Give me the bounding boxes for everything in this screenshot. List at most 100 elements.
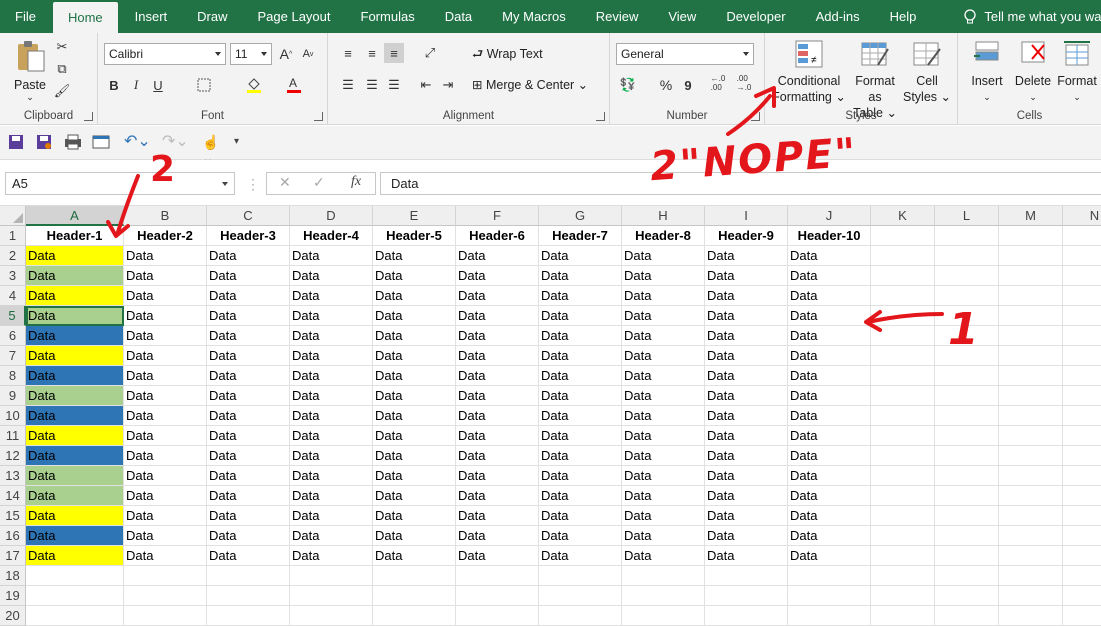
cell-h5[interactable]: Data [622,306,705,326]
cell-a9[interactable]: Data [26,386,124,406]
delete-cells-button[interactable]: Delete ⌄ [1010,39,1056,105]
tab-home[interactable]: Home [52,2,118,33]
cell-d10[interactable]: Data [290,406,373,426]
cell-h17[interactable]: Data [622,546,705,566]
cell-g16[interactable]: Data [539,526,622,546]
cell-d7[interactable]: Data [290,346,373,366]
cell-styles-button[interactable]: Cell Styles ⌄ [903,39,951,105]
cell-e8[interactable]: Data [373,366,456,386]
cell-n5[interactable] [1063,306,1101,326]
cell-c8[interactable]: Data [207,366,290,386]
cell-h2[interactable]: Data [622,246,705,266]
cell-c10[interactable]: Data [207,406,290,426]
cell-i10[interactable]: Data [705,406,788,426]
cell-i4[interactable]: Data [705,286,788,306]
cell-c16[interactable]: Data [207,526,290,546]
cell-i7[interactable]: Data [705,346,788,366]
cell-d14[interactable]: Data [290,486,373,506]
cell-j9[interactable]: Data [788,386,871,406]
cell-a16[interactable]: Data [26,526,124,546]
cancel-icon[interactable]: ✕ [279,174,291,191]
shrink-font-icon[interactable]: Av [298,44,318,64]
cell-h8[interactable]: Data [622,366,705,386]
cell-e3[interactable]: Data [373,266,456,286]
cell-h12[interactable]: Data [622,446,705,466]
cell-m15[interactable] [999,506,1063,526]
cell-g1[interactable]: Header-7 [539,226,622,246]
cell-g17[interactable]: Data [539,546,622,566]
cell-c7[interactable]: Data [207,346,290,366]
cell-b20[interactable] [124,606,207,626]
cell-m5[interactable] [999,306,1063,326]
row-header-16[interactable]: 16 [0,526,26,546]
cell-e5[interactable]: Data [373,306,456,326]
cell-j16[interactable]: Data [788,526,871,546]
cell-m20[interactable] [999,606,1063,626]
cell-i19[interactable] [705,586,788,606]
row-header-3[interactable]: 3 [0,266,26,286]
cell-k11[interactable] [871,426,935,446]
cell-n6[interactable] [1063,326,1101,346]
cell-g4[interactable]: Data [539,286,622,306]
insert-function-button[interactable]: fx [351,174,361,190]
cell-k19[interactable] [871,586,935,606]
cut-icon[interactable]: ✂ [52,37,72,57]
underline-button[interactable]: U [148,75,168,95]
save-icon[interactable] [8,134,26,152]
cell-h6[interactable]: Data [622,326,705,346]
cell-f14[interactable]: Data [456,486,539,506]
cell-m7[interactable] [999,346,1063,366]
cell-i12[interactable]: Data [705,446,788,466]
cell-h15[interactable]: Data [622,506,705,526]
row-header-10[interactable]: 10 [0,406,26,426]
merge-center-button[interactable]: ⊞ Merge & Center ⌄ [472,77,588,92]
cell-b11[interactable]: Data [124,426,207,446]
cell-b8[interactable]: Data [124,366,207,386]
tab-data[interactable]: Data [430,0,487,33]
cell-k2[interactable] [871,246,935,266]
cell-l20[interactable] [935,606,999,626]
cell-j6[interactable]: Data [788,326,871,346]
column-header-e[interactable]: E [373,206,456,226]
cell-n7[interactable] [1063,346,1101,366]
decrease-indent-icon[interactable]: ⇤ [416,75,436,95]
cell-f10[interactable]: Data [456,406,539,426]
cell-m6[interactable] [999,326,1063,346]
cell-i9[interactable]: Data [705,386,788,406]
tab-draw[interactable]: Draw [182,0,242,33]
paste-button[interactable]: Paste ⌄ [10,39,50,102]
cell-b17[interactable]: Data [124,546,207,566]
cell-c1[interactable]: Header-3 [207,226,290,246]
cell-j12[interactable]: Data [788,446,871,466]
align-right-icon[interactable]: ☰ [384,75,404,95]
cell-n10[interactable] [1063,406,1101,426]
cell-h7[interactable]: Data [622,346,705,366]
cell-i11[interactable]: Data [705,426,788,446]
cell-e1[interactable]: Header-5 [373,226,456,246]
cell-c9[interactable]: Data [207,386,290,406]
column-header-l[interactable]: L [935,206,999,226]
cell-g18[interactable] [539,566,622,586]
cell-n19[interactable] [1063,586,1101,606]
cell-i18[interactable] [705,566,788,586]
cell-a20[interactable] [26,606,124,626]
column-header-a[interactable]: A [26,206,124,226]
cell-e19[interactable] [373,586,456,606]
cell-l10[interactable] [935,406,999,426]
orientation-icon[interactable]: ⤢ [420,43,440,63]
cell-e9[interactable]: Data [373,386,456,406]
cell-g5[interactable]: Data [539,306,622,326]
cell-n20[interactable] [1063,606,1101,626]
format-as-table-button[interactable]: Format as Table ⌄ [847,39,903,121]
increase-decimal-button[interactable]: ←.0 .00 [708,73,728,93]
cell-g20[interactable] [539,606,622,626]
row-header-4[interactable]: 4 [0,286,26,306]
cell-l15[interactable] [935,506,999,526]
row-header-19[interactable]: 19 [0,586,26,606]
cell-d18[interactable] [290,566,373,586]
column-header-i[interactable]: I [705,206,788,226]
cell-i2[interactable]: Data [705,246,788,266]
row-header-5[interactable]: 5 [0,306,26,326]
print-icon[interactable] [64,134,82,152]
wrap-text-button[interactable]: ⮐ Wrap Text [472,45,543,66]
